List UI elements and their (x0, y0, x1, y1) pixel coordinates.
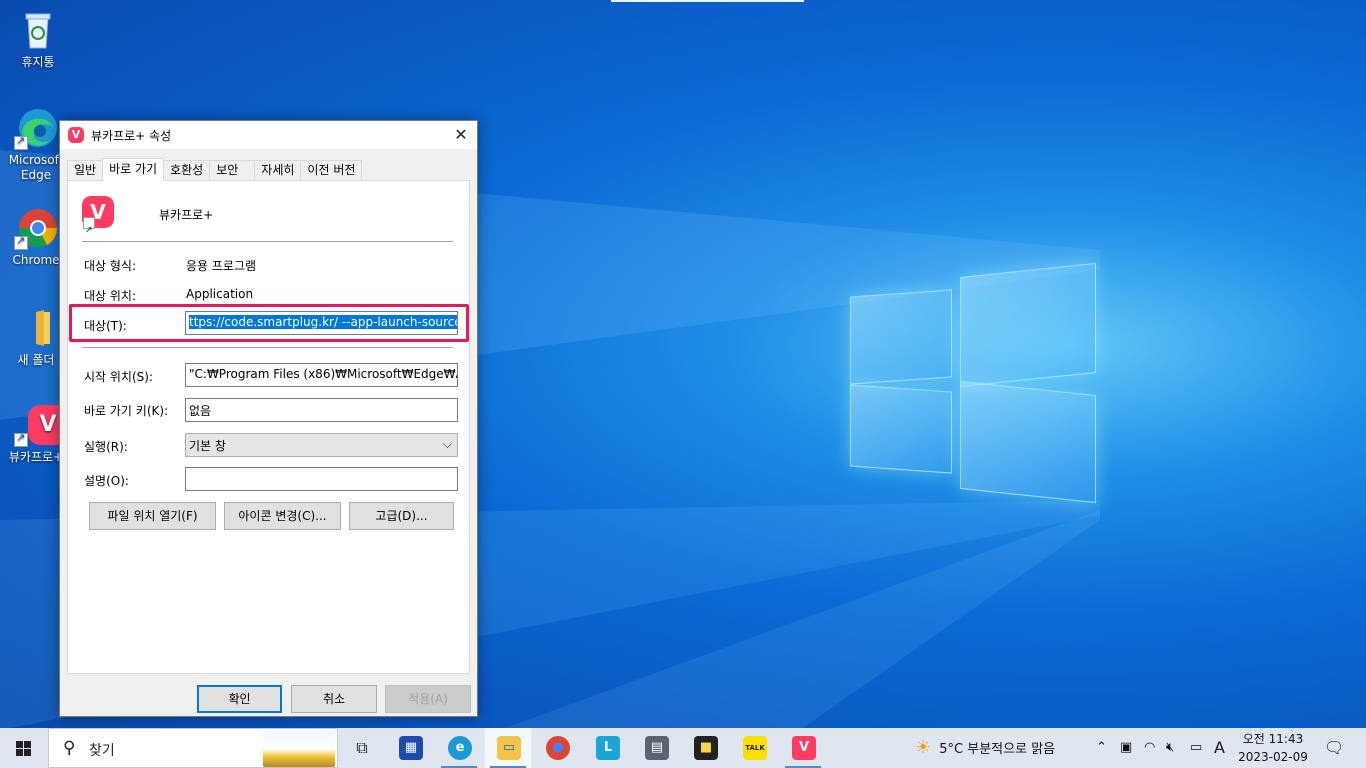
desktop-top-edge-line (611, 0, 804, 2)
target-location-label: 대상 위치: (84, 289, 137, 303)
start-in-label: 시작 위치(S): (84, 370, 153, 384)
vcapro-icon: V (14, 403, 68, 447)
shortcut-key-input[interactable]: 없음 (185, 398, 458, 422)
apply-button[interactable]: 적용(A) (385, 685, 471, 713)
folder-icon (14, 306, 58, 350)
target-type-label: 대상 형식: (84, 259, 137, 273)
advanced-button[interactable]: 고급(D)... (349, 502, 454, 530)
weather-widget[interactable]: ☀ 5°C 부분적으로 맑음 (915, 728, 1055, 768)
weather-icon: ☀ (915, 737, 932, 758)
edge-icon (14, 106, 58, 150)
edge-icon: e (448, 736, 472, 760)
taskbar: ⚲ 찾기 ⧉ ▦ e ▭ ● L ▤ ■ TALK V ☀ 5°C 부분적으로 … (0, 728, 1366, 768)
vcapro-icon: V (792, 736, 816, 760)
meet-now-icon[interactable]: ▣ (1120, 728, 1132, 768)
vcapro-app-icon: V (68, 127, 84, 143)
target-highlight-box (69, 304, 469, 342)
comment-label: 설명(O): (84, 474, 129, 488)
store-icon: ▦ (399, 736, 423, 760)
calculator-icon: ▤ (645, 736, 669, 760)
kakaotalk-icon: TALK (743, 736, 767, 760)
ok-button[interactable]: 확인 (197, 685, 282, 713)
search-highlight-illustration (263, 731, 335, 767)
shortcut-name: 뷰카프로+ (159, 208, 214, 222)
chevron-down-icon: ⌵ (442, 437, 452, 451)
ime-indicator[interactable]: A (1214, 728, 1225, 768)
dialog-titlebar[interactable]: V 뷰카프로+ 속성 ✕ (60, 121, 477, 149)
tab-details[interactable]: 자세히 (254, 160, 302, 180)
taskbar-search-box[interactable]: ⚲ 찾기 (48, 728, 338, 768)
taskbar-calculator[interactable]: ▤ (633, 728, 679, 768)
taskbar-clock[interactable]: 오전 11:43 2023-02-09 (1236, 730, 1310, 766)
lens-icon: L (596, 736, 620, 760)
battery-icon[interactable]: ▭ (1190, 728, 1202, 768)
tab-compatibility[interactable]: 호환성 (163, 160, 211, 180)
change-icon-button[interactable]: 아이콘 변경(C)... (224, 502, 341, 530)
taskbar-kakaotalk[interactable]: TALK (731, 728, 777, 768)
tab-security[interactable]: 보안 (209, 160, 256, 180)
clock-date: 2023-02-09 (1238, 750, 1308, 764)
separator (82, 241, 453, 242)
close-icon[interactable]: ✕ (445, 121, 477, 149)
search-icon: ⚲ (63, 738, 76, 758)
tab-strip: 일반 바로 가기 호환성 보안 자세히 이전 버전 (67, 158, 363, 181)
tab-shortcut[interactable]: 바로 가기 (102, 158, 165, 181)
notification-center-icon[interactable]: 🗨︎ (1324, 728, 1344, 768)
chevron-up-icon: ⌃ (1096, 740, 1107, 755)
cancel-button[interactable]: 취소 (291, 685, 377, 713)
properties-dialog: V 뷰카프로+ 속성 ✕ 일반 바로 가기 호환성 보안 자세히 이전 버전 V… (59, 120, 478, 717)
clock-time: 오전 11:43 (1242, 732, 1304, 746)
run-label: 실행(R): (84, 440, 128, 454)
taskbar-edge[interactable]: e (436, 728, 482, 768)
chrome-icon (14, 206, 58, 250)
shortcut-tab-panel: V 뷰카프로+ 대상 형식: 응용 프로그램 대상 위치: Applicatio… (67, 180, 470, 674)
file-explorer-icon: ▭ (497, 736, 521, 760)
taskbar-store[interactable]: ▦ (387, 728, 433, 768)
taskbar-file-explorer[interactable]: ▭ (485, 728, 531, 768)
comment-input[interactable] (185, 467, 458, 491)
shortcut-app-icon: V (82, 196, 114, 247)
start-button[interactable] (0, 728, 48, 768)
search-placeholder: 찾기 (89, 743, 115, 759)
start-in-input[interactable]: "C:₩Program Files (x86)₩Microsoft₩Edge₩A… (185, 363, 458, 387)
taskbar-vcapro[interactable]: V (780, 728, 826, 768)
volume-mute-icon[interactable]: 🔇︎ (1166, 728, 1174, 768)
target-location-value: Application (186, 287, 254, 301)
windows-logo-wallpaper (850, 258, 1096, 510)
tab-previous-versions[interactable]: 이전 버전 (300, 160, 363, 180)
taskbar-chrome[interactable]: ● (534, 728, 580, 768)
task-view-button[interactable]: ⧉ (338, 728, 384, 768)
shortcut-arrow-icon (83, 215, 95, 247)
open-file-location-button[interactable]: 파일 위치 열기(F) (89, 502, 216, 530)
show-hidden-icons-button[interactable]: ⌃ (1096, 728, 1107, 768)
sticky-notes-icon: ■ (694, 736, 718, 760)
task-view-icon: ⧉ (356, 738, 368, 757)
wifi-icon[interactable]: ◠ (1144, 728, 1155, 768)
run-select[interactable]: 기본 창 ⌵ (185, 433, 458, 457)
shortcut-key-label: 바로 가기 키(K): (84, 404, 169, 418)
target-type-value: 응용 프로그램 (186, 259, 257, 273)
chrome-icon: ● (546, 736, 570, 760)
separator (82, 347, 453, 348)
tab-general[interactable]: 일반 (67, 160, 104, 180)
dialog-title: 뷰카프로+ 속성 (91, 128, 172, 143)
weather-text: 5°C 부분적으로 맑음 (939, 742, 1056, 757)
recycle-bin-icon (16, 8, 60, 52)
taskbar-lens[interactable]: L (584, 728, 630, 768)
desktop-icon-recycle-bin[interactable]: 휴지통 (0, 8, 76, 70)
taskbar-sticky-notes[interactable]: ■ (682, 728, 728, 768)
